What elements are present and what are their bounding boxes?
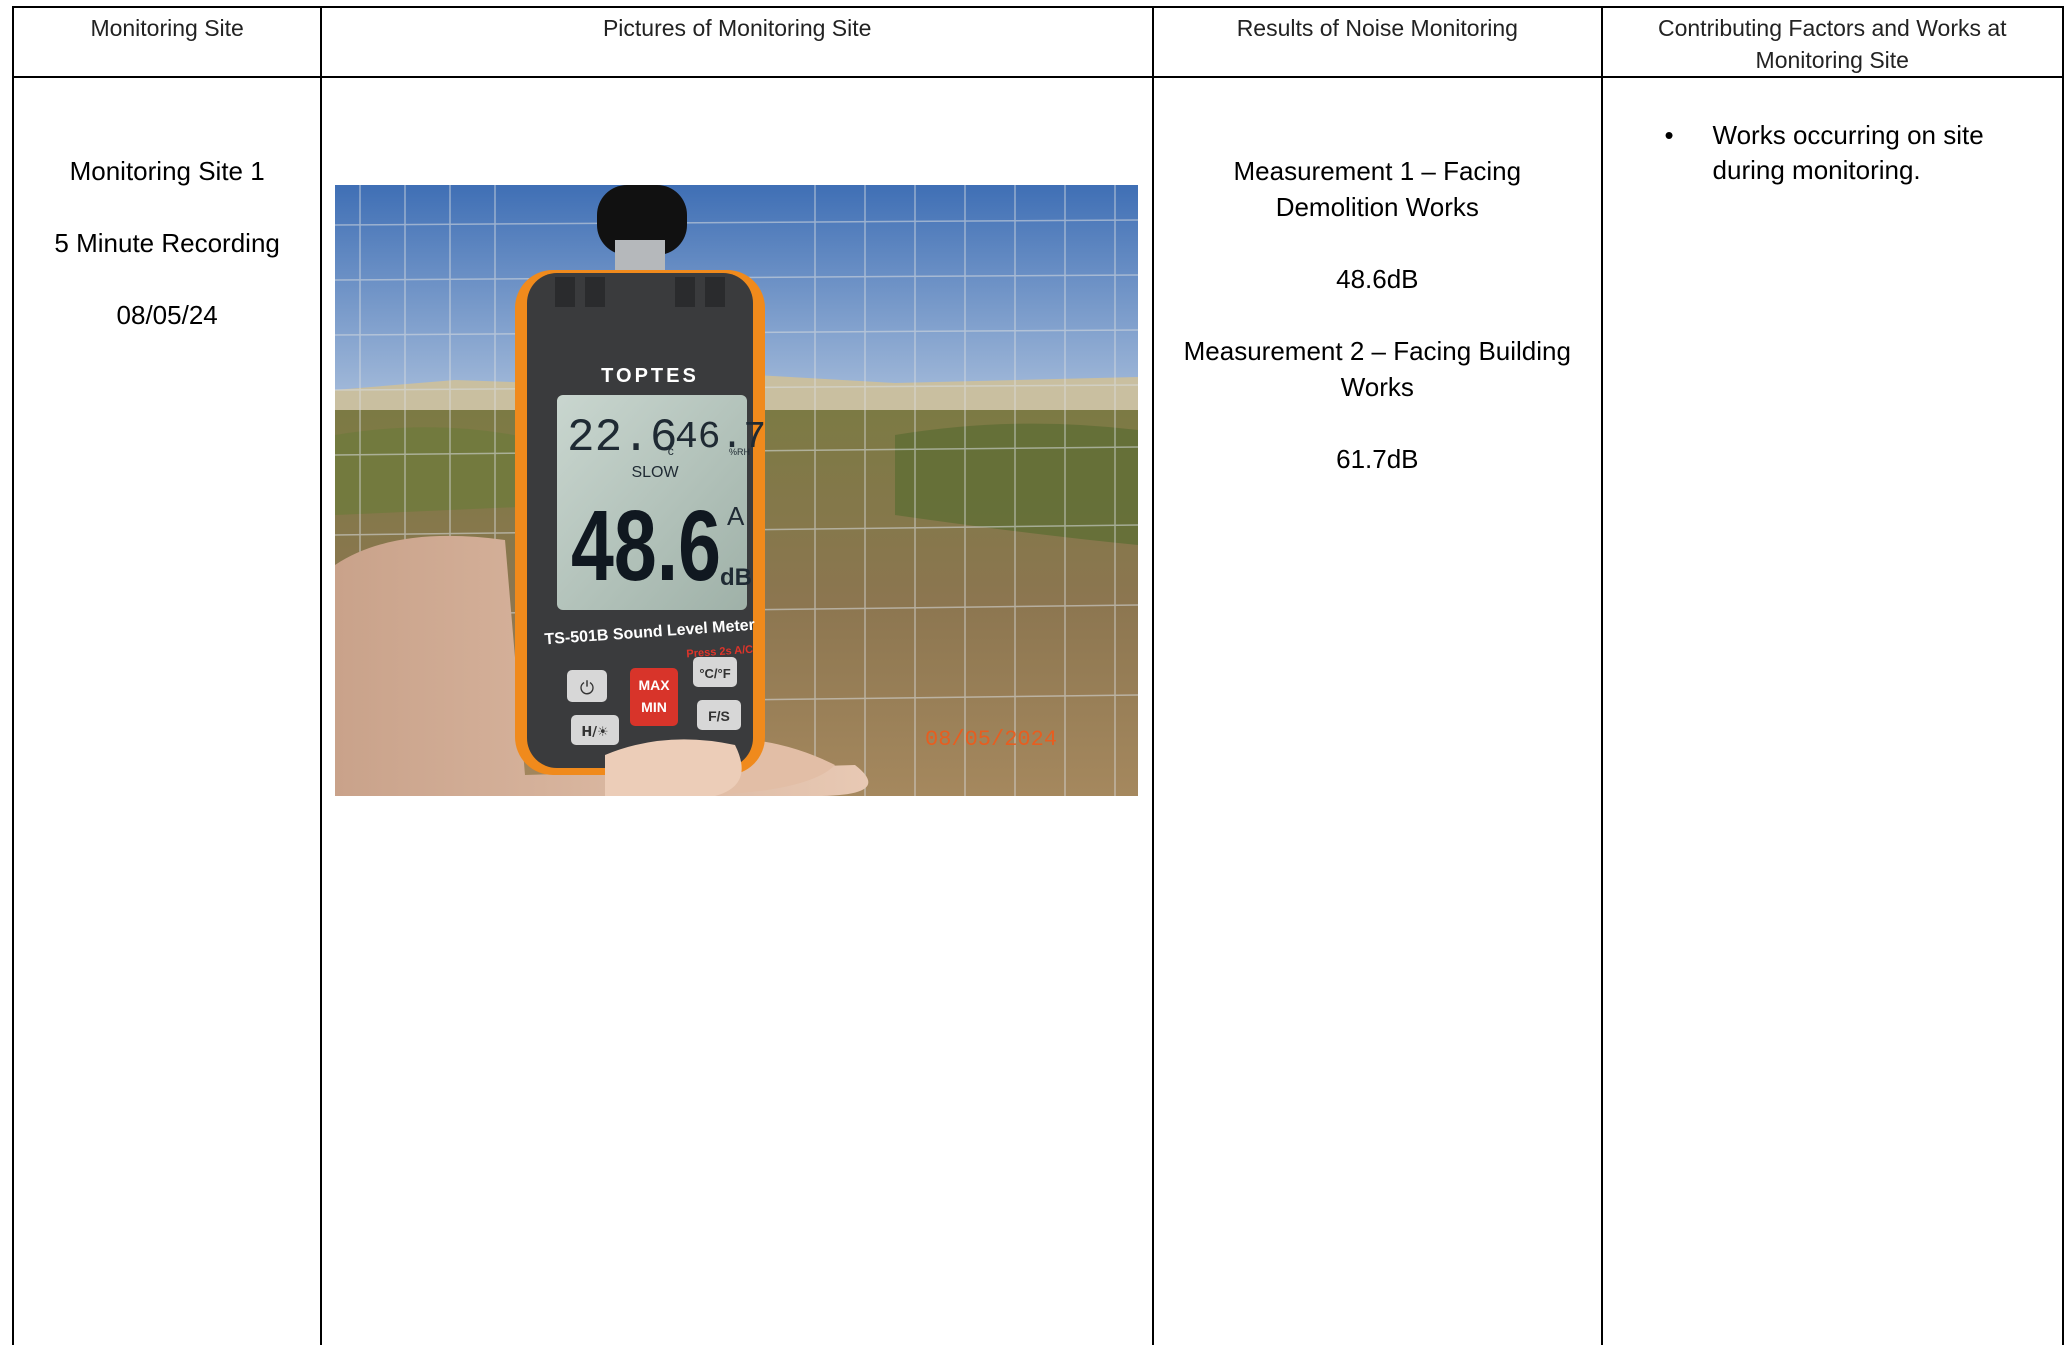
header-results: Results of Noise Monitoring	[1152, 6, 1603, 78]
min-label: MIN	[641, 699, 667, 715]
lcd-humidity: 46.7	[675, 416, 766, 459]
noise-monitoring-table: Monitoring Site Pictures of Monitoring S…	[11, 6, 2064, 1345]
header-contributing-factors: Contributing Factors and Works at Monito…	[1600, 6, 2064, 78]
lcd-mode: SLOW	[632, 464, 680, 481]
sound-meter-photo: TOPTES 22.6 °c 46.7 %RH SLOW 48.6 A dB T…	[335, 185, 1139, 796]
measurement-1-label: Measurement 1 – Facing Demolition Works	[1233, 156, 1522, 222]
results-cell: Measurement 1 – Facing Demolition Works …	[1152, 76, 1603, 1345]
meter-brand: TOPTES	[601, 365, 699, 387]
lcd-temperature: 22.6	[567, 412, 677, 464]
thumb	[605, 739, 742, 796]
measurement-2-value: 61.7dB	[1336, 444, 1419, 474]
measurement-2-label: Measurement 2 – Facing Building Works	[1183, 336, 1571, 402]
site-name: Monitoring Site 1	[69, 156, 265, 186]
factors-cell: • Works occurring on site during monitor…	[1600, 76, 2064, 1345]
site-cell: Monitoring Site 1 5 Minute Recording 08/…	[11, 76, 323, 1345]
recording-duration: 5 Minute Recording	[54, 228, 280, 258]
cf-label: °C/°F	[700, 666, 731, 681]
table-row: Monitoring Site 1 5 Minute Recording 08/…	[11, 76, 2064, 1345]
header-row: Monitoring Site Pictures of Monitoring S…	[11, 6, 2064, 78]
monitoring-date: 08/05/24	[116, 300, 218, 330]
lcd-unit: dB	[720, 564, 752, 591]
lcd-temp-unit: °c	[663, 444, 674, 458]
header-pictures: Pictures of Monitoring Site	[320, 6, 1155, 78]
photo-date-stamp: 08/05/2024	[925, 727, 1057, 752]
bullet-icon: •	[1664, 120, 1674, 150]
lcd-humidity-unit: %RH	[729, 447, 750, 457]
power-icon: ⏻	[580, 678, 594, 699]
measurement-1-value: 48.6dB	[1336, 264, 1419, 294]
lcd-reading: 48.6	[571, 490, 721, 602]
photo-cell: TOPTES 22.6 °c 46.7 %RH SLOW 48.6 A dB T…	[320, 76, 1155, 1345]
header-monitoring-site: Monitoring Site	[11, 6, 323, 78]
list-item: • Works occurring on site during monitor…	[1665, 118, 2042, 188]
factor-text: Works occurring on site during monitorin…	[1712, 120, 1984, 185]
factors-list: • Works occurring on site during monitor…	[1603, 118, 2062, 188]
max-label: MAX	[639, 677, 671, 693]
lcd-weighting: A	[727, 501, 745, 531]
hold-label: H/☀	[582, 725, 609, 740]
fs-label: F/S	[708, 708, 730, 724]
